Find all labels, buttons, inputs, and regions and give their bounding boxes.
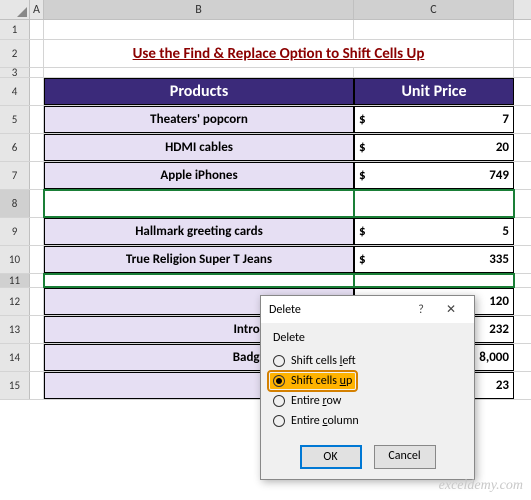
radio-label: Entire row <box>291 394 341 408</box>
row-header[interactable]: 9 <box>0 218 30 245</box>
currency: $ <box>359 252 366 267</box>
radio-shift-left[interactable]: Shift cells left <box>273 351 462 371</box>
col-header-b[interactable]: B <box>44 0 354 19</box>
select-all-corner[interactable] <box>0 0 30 19</box>
price-cell[interactable]: $ 335 <box>354 246 514 273</box>
column-headers: A B C <box>0 0 531 20</box>
row-header[interactable]: 5 <box>0 106 30 133</box>
radio-icon <box>273 375 285 387</box>
price-cell[interactable]: $ 749 <box>354 162 514 189</box>
cancel-button[interactable]: Cancel <box>374 445 436 469</box>
selected-cell[interactable] <box>354 274 514 287</box>
cell[interactable] <box>30 106 44 133</box>
selected-cell[interactable] <box>44 274 354 287</box>
group-label: Delete <box>273 331 462 345</box>
price-value: 335 <box>489 252 509 267</box>
radio-label: Shift cells up <box>291 374 352 388</box>
price-cell[interactable]: $ 5 <box>354 218 514 245</box>
radio-entire-row[interactable]: Entire row <box>273 391 462 411</box>
row-header[interactable]: 2 <box>0 40 30 67</box>
cell[interactable] <box>30 134 44 161</box>
currency: $ <box>359 112 366 127</box>
help-icon[interactable]: ? <box>406 303 436 317</box>
product-cell[interactable]: Theaters' popcorn <box>44 106 354 133</box>
cell[interactable] <box>30 288 44 315</box>
radio-icon <box>273 415 285 427</box>
watermark: exceldemy.com <box>439 478 523 494</box>
cell[interactable] <box>30 274 44 287</box>
currency: $ <box>359 224 366 239</box>
row-header[interactable]: 6 <box>0 134 30 161</box>
selected-cell[interactable] <box>354 190 514 217</box>
radio-icon <box>273 395 285 407</box>
radio-shift-up[interactable]: Shift cells up <box>273 371 462 391</box>
header-products[interactable]: Products <box>44 78 354 105</box>
currency: $ <box>359 140 366 155</box>
dialog-titlebar[interactable]: Delete ? ✕ <box>261 296 474 323</box>
row-header[interactable]: 1 <box>0 20 30 39</box>
col-header-c[interactable]: C <box>354 0 514 19</box>
cell[interactable] <box>30 190 44 217</box>
row-header[interactable]: 10 <box>0 246 30 273</box>
product-cell[interactable]: True Religion Super T Jeans <box>44 246 354 273</box>
price-value: 20 <box>496 140 509 155</box>
cell[interactable] <box>30 40 44 67</box>
radio-icon <box>273 355 285 367</box>
row-header[interactable]: 13 <box>0 316 30 343</box>
ok-button[interactable]: OK <box>300 445 362 469</box>
close-icon[interactable]: ✕ <box>436 302 466 317</box>
price-cell[interactable]: $ 7 <box>354 106 514 133</box>
cell[interactable] <box>354 20 514 39</box>
row-header[interactable]: 14 <box>0 344 30 371</box>
currency: $ <box>359 168 366 183</box>
cell[interactable] <box>30 372 44 399</box>
cell[interactable] <box>30 246 44 273</box>
selected-cell[interactable] <box>44 190 354 217</box>
cell[interactable] <box>30 20 44 39</box>
cell[interactable] <box>30 316 44 343</box>
price-value: 5 <box>502 224 509 239</box>
col-header-a[interactable]: A <box>30 0 44 19</box>
cell[interactable] <box>44 20 354 39</box>
product-cell[interactable]: Hallmark greeting cards <box>44 218 354 245</box>
radio-label: Shift cells left <box>291 354 356 368</box>
cell[interactable] <box>354 68 514 77</box>
dialog-body: Delete Shift cells left Shift cells up E… <box>261 323 474 435</box>
radio-label: Entire column <box>291 414 359 428</box>
radio-entire-column[interactable]: Entire column <box>273 411 462 431</box>
price-value: 7 <box>502 112 509 127</box>
cell[interactable] <box>30 78 44 105</box>
header-price[interactable]: Unit Price <box>354 78 514 105</box>
delete-dialog: Delete ? ✕ Delete Shift cells left Shift… <box>260 295 475 480</box>
row-header[interactable]: 3 <box>0 68 30 77</box>
row-header[interactable]: 7 <box>0 162 30 189</box>
cell[interactable] <box>30 68 44 77</box>
row-header[interactable]: 15 <box>0 372 30 399</box>
page-title[interactable]: Use the Find & Replace Option to Shift C… <box>44 40 514 67</box>
price-cell[interactable]: $ 20 <box>354 134 514 161</box>
product-cell[interactable]: HDMI cables <box>44 134 354 161</box>
cell[interactable] <box>30 344 44 371</box>
dialog-buttons: OK Cancel <box>261 435 474 479</box>
cell[interactable] <box>30 162 44 189</box>
row-header[interactable]: 8 <box>0 190 30 217</box>
row-header[interactable]: 12 <box>0 288 30 315</box>
cell[interactable] <box>44 68 354 77</box>
price-value: 749 <box>489 168 509 183</box>
row-header[interactable]: 11 <box>0 274 30 287</box>
row-header[interactable]: 4 <box>0 78 30 105</box>
dialog-title-text: Delete <box>269 303 406 317</box>
cell[interactable] <box>30 218 44 245</box>
product-cell[interactable]: Apple iPhones <box>44 162 354 189</box>
